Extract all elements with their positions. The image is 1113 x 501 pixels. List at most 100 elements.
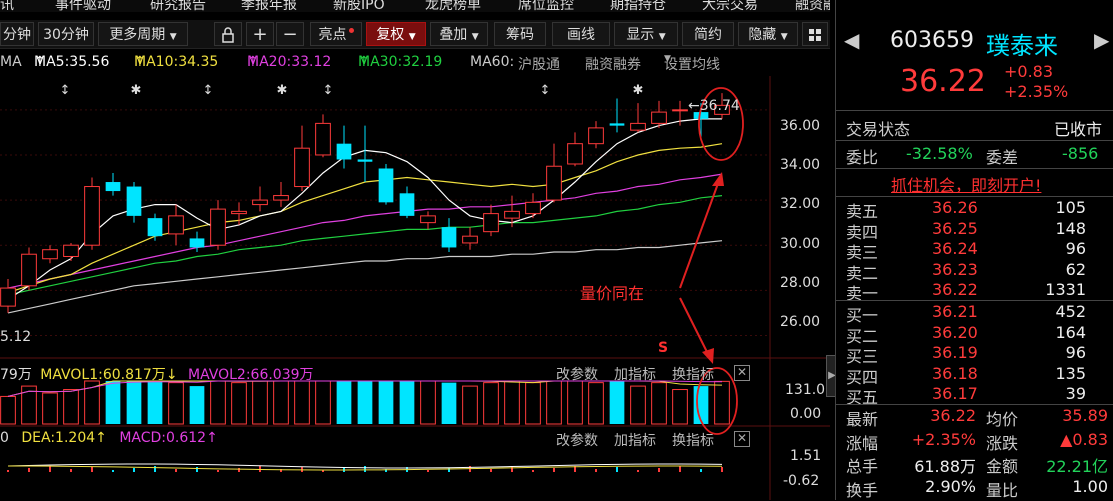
volume-close-icon[interactable]: ✕ (734, 365, 750, 381)
stat-value: 2.90% (925, 476, 976, 496)
bid-price[interactable]: 36.20 (932, 323, 978, 342)
stat-label: 最新 (846, 410, 879, 429)
bid-volume: 39 (1065, 384, 1086, 403)
triangle-down-icon: ▼ (169, 32, 177, 42)
volume-bar (357, 381, 373, 424)
candle-body (357, 159, 373, 162)
grid-icon (809, 29, 821, 41)
macd-change-param-button[interactable]: 改参数 (556, 430, 598, 450)
margin-trading-link[interactable]: 融资融券 (585, 54, 641, 74)
bid-volume: 452 (1055, 302, 1086, 321)
volume-switch-indicator-button[interactable]: 换指标 (672, 364, 714, 384)
prev-stock-icon[interactable]: ◀ (844, 28, 859, 52)
top-menu-item-9[interactable]: 融资融券 (795, 0, 830, 12)
macd-legend: 0 DEA:1.204↑ MACD:0.612↑ (0, 430, 218, 446)
draw-line-button[interactable]: 画线 (552, 22, 610, 46)
adjust-rights-dropdown[interactable]: 复权 ▼ (366, 22, 426, 46)
volume-change-param-button[interactable]: 改参数 (556, 364, 598, 384)
top-menu-item-0[interactable]: 讯 (0, 0, 14, 12)
stat-value: 1.00 (1072, 476, 1108, 496)
top-menu-item-6[interactable]: 席位监控 (518, 0, 574, 12)
chips-button[interactable]: 筹码 (494, 22, 546, 46)
top-menu-item-4[interactable]: 新股IPO (333, 0, 385, 12)
bid-volume: 96 (1065, 343, 1086, 362)
hide-dropdown[interactable]: 隐藏 ▼ (738, 22, 798, 46)
candle-body (525, 201, 541, 215)
period-minute-button[interactable]: 分钟 (0, 22, 34, 46)
stat-label: 金额 (986, 457, 1019, 476)
arrow-left-icon: ← (688, 98, 700, 114)
lock-icon (222, 27, 234, 43)
candle-body (63, 244, 79, 257)
volume-bar (609, 381, 625, 424)
volume-bar (399, 381, 415, 424)
zoom-in-button[interactable]: + (246, 22, 274, 46)
volume-bar (525, 382, 541, 425)
annotation-arrow (679, 177, 721, 289)
ask-price[interactable]: 36.25 (932, 219, 978, 238)
open-account-link[interactable]: 抓住机会，即刻开户! (891, 172, 1041, 196)
simple-mode-button[interactable]: 简约 (682, 22, 734, 46)
event-marker-icon: ↕ (323, 83, 334, 98)
top-menu-item-5[interactable]: 龙虎榜单 (425, 0, 481, 12)
display-dropdown[interactable]: 显示 ▼ (614, 22, 678, 46)
dea-value: DEA:1.204↑ (21, 430, 107, 446)
volume-bar (63, 389, 79, 425)
bid-price[interactable]: 36.19 (932, 343, 978, 362)
candle-body (420, 215, 436, 224)
candle-body (672, 109, 688, 112)
volume-bar (588, 382, 604, 425)
ask-price[interactable]: 36.22 (932, 280, 978, 299)
price-axis-label: 34.00 (780, 157, 821, 173)
next-stock-icon[interactable]: ▶ (1094, 28, 1109, 52)
lock-button[interactable] (214, 22, 242, 46)
ask-price[interactable]: 36.23 (932, 260, 978, 279)
macd-value: MACD:0.612↑ (119, 430, 218, 446)
zoom-out-button[interactable]: − (276, 22, 304, 46)
highlight-label: 亮点 (318, 27, 347, 43)
bid-price[interactable]: 36.21 (932, 302, 978, 321)
macd-switch-indicator-button[interactable]: 换指标 (672, 430, 714, 450)
macd-close-icon[interactable]: ✕ (734, 431, 750, 447)
volume-add-indicator-button[interactable]: 加指标 (614, 364, 656, 384)
ask-volume: 148 (1055, 218, 1086, 238)
event-marker-icon: ↕ (203, 83, 214, 98)
candle-body (84, 186, 100, 246)
top-menu-item-3[interactable]: 季报年报 (241, 0, 297, 12)
candle-body (567, 143, 583, 165)
expand-grid-button[interactable] (802, 22, 828, 46)
overlay-dropdown[interactable]: 叠加 ▼ (430, 22, 488, 46)
bid-price[interactable]: 36.17 (932, 384, 978, 403)
volume-bar (441, 382, 457, 424)
weibi-label: 委比 (846, 148, 879, 167)
mavol1-value: MAVOL1:60.817万↓ (40, 367, 178, 383)
event-marker-icon: ✱ (633, 83, 644, 98)
trade-status-value: 已收市 (1054, 120, 1103, 139)
volume-bar (0, 395, 16, 425)
trade-status-label: 交易状态 (846, 120, 911, 139)
more-period-dropdown[interactable]: 更多周期 ▼ (98, 22, 188, 46)
ask-price[interactable]: 36.26 (932, 198, 978, 217)
highlight-button[interactable]: 亮点 (310, 22, 362, 46)
volume-bar (714, 380, 730, 425)
period-30min-button[interactable]: 30分钟 (38, 22, 94, 46)
stat-label: 量比 (986, 480, 1019, 500)
event-marker-icon: ✱ (131, 83, 142, 98)
top-menu-item-1[interactable]: 事件驱动 (55, 0, 111, 12)
top-menu-item-8[interactable]: 大宗交易 (702, 0, 758, 12)
macd-add-indicator-button[interactable]: 加指标 (614, 430, 656, 450)
stat-value: 61.88万 (914, 457, 976, 476)
ask-price[interactable]: 36.24 (932, 239, 978, 258)
ask-volume: 105 (1055, 198, 1086, 217)
bid-price[interactable]: 36.18 (932, 364, 978, 383)
volume-bar (168, 382, 184, 425)
volume-legend: 79万 MAVOL1:60.817万↓ MAVOL2:66.039万 (0, 364, 314, 384)
triangle-down-icon: ▼ (408, 32, 416, 42)
top-menu-item-7[interactable]: 期指持仓 (610, 0, 666, 12)
volume-bar (378, 381, 394, 424)
volume-bar (420, 380, 436, 425)
top-menu-item-2[interactable]: 研究报告 (150, 0, 206, 12)
volume-bar (189, 386, 205, 424)
volume-bar (672, 389, 688, 425)
hugutong-link[interactable]: 沪股通 (518, 54, 560, 74)
